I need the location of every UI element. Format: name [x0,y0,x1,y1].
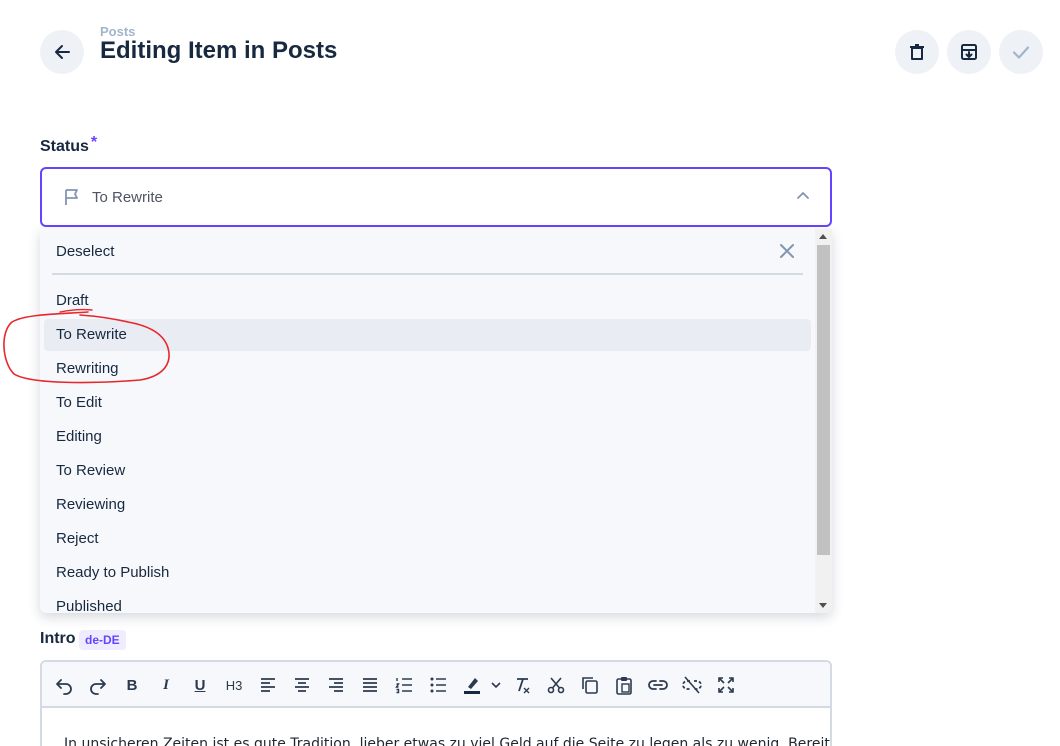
fullscreen-icon [718,677,734,693]
align-right-icon [329,678,343,692]
scissors-icon [547,677,565,694]
option-label: Draft [56,292,89,309]
chevron-down-icon [491,682,501,689]
copy-button[interactable] [578,673,602,697]
option-to-edit[interactable]: To Edit [44,387,811,419]
back-button[interactable] [40,30,84,74]
deselect-label: Deselect [56,243,115,260]
unlink-icon [682,676,702,694]
ordered-list-icon [395,678,412,694]
option-label: To Edit [56,394,102,411]
highlight-color-button[interactable] [460,673,484,697]
intro-rich-text-editor[interactable]: B I U H3 In unsicheren Zeiten ist es gut… [40,660,832,746]
paste-icon [616,677,632,695]
option-label: Editing [56,428,102,445]
option-ready-to-publish[interactable]: Ready to Publish [44,557,811,589]
archive-icon [961,44,977,60]
justify-icon [363,678,377,692]
option-reviewing[interactable]: Reviewing [44,489,811,521]
option-label: Published [56,598,122,613]
underline-button[interactable]: U [188,673,212,697]
align-center-icon [295,678,309,692]
trash-icon [910,44,924,60]
status-dropdown-menu: Deselect Draft To Rewrite Rewriting To E… [40,229,832,613]
justify-button[interactable] [358,673,382,697]
scroll-thumb[interactable] [817,245,830,555]
ordered-list-button[interactable] [392,673,416,697]
page-header: Posts Editing Item in Posts [0,0,1060,100]
italic-button[interactable]: I [154,673,178,697]
option-label: Ready to Publish [56,564,170,581]
arrow-left-icon [55,45,70,59]
option-reject[interactable]: Reject [44,523,811,555]
copy-icon [582,677,598,694]
status-selected-value: To Rewrite [92,189,163,206]
language-badge[interactable]: de-DE [79,630,126,650]
fullscreen-button[interactable] [714,673,738,697]
align-center-button[interactable] [290,673,314,697]
option-label: Reject [56,530,99,547]
align-left-button[interactable] [256,673,280,697]
required-mark: * [90,134,98,151]
redo-button[interactable] [86,673,110,697]
redo-icon [90,679,106,695]
insert-link-button[interactable] [646,673,670,697]
editor-toolbar: B I U H3 [42,662,830,708]
heading-button[interactable]: H3 [222,673,246,697]
dropdown-scrollbar[interactable] [815,229,832,613]
option-label: To Review [56,462,126,479]
check-icon [1012,46,1030,59]
align-left-icon [261,678,275,692]
option-draft[interactable]: Draft [44,285,811,317]
flag-icon [65,189,78,205]
option-rewriting[interactable]: Rewriting [44,353,811,385]
option-published[interactable]: Published [44,591,811,613]
highlight-dropdown-button[interactable] [488,673,504,697]
undo-button[interactable] [52,673,76,697]
deselect-option[interactable]: Deselect [52,229,803,275]
status-label: Status * [40,134,97,156]
option-to-rewrite[interactable]: To Rewrite [44,319,811,351]
status-select[interactable]: To Rewrite [40,167,832,227]
delete-button[interactable] [895,30,939,74]
option-label: Rewriting [56,360,119,377]
highlighter-icon [464,678,480,694]
editor-content-text[interactable]: In unsicheren Zeiten ist es gute Traditi… [64,736,830,746]
option-editing[interactable]: Editing [44,421,811,453]
undo-icon [56,679,72,695]
align-right-button[interactable] [324,673,348,697]
page-title: Editing Item in Posts [100,37,338,64]
clear-formatting-button[interactable] [510,673,534,697]
bold-button[interactable]: B [120,673,144,697]
bullet-list-icon [430,677,446,693]
paste-button[interactable] [612,673,636,697]
clear-format-icon [517,678,530,694]
option-to-review[interactable]: To Review [44,455,811,487]
archive-button[interactable] [947,30,991,74]
status-label-text: Status [40,138,89,155]
bullet-list-button[interactable] [426,673,450,697]
scroll-up-arrow[interactable] [819,234,827,239]
close-icon[interactable] [777,241,797,261]
link-icon [648,680,668,690]
option-label: Reviewing [56,496,126,513]
chevron-up-icon[interactable] [796,191,810,201]
option-label: To Rewrite [56,326,127,343]
save-button[interactable] [999,30,1043,74]
cut-button[interactable] [544,673,568,697]
intro-label: Intro [40,630,76,647]
scroll-down-arrow[interactable] [819,603,827,608]
unlink-button[interactable] [680,673,704,697]
